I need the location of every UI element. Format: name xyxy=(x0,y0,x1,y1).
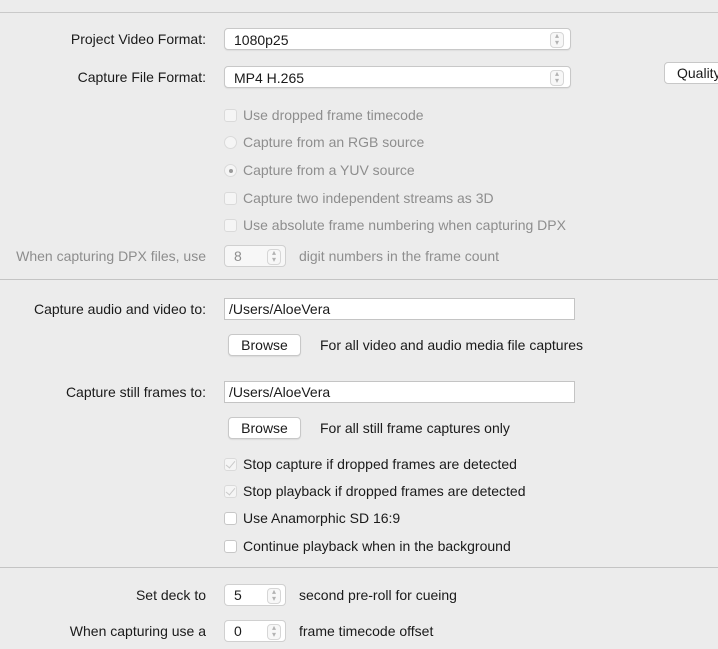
timecode-offset-stepper[interactable]: 0 ▴ ▾ xyxy=(224,620,286,642)
checkmark-icon xyxy=(224,485,237,498)
section-divider xyxy=(0,567,718,568)
preroll-suffix: second pre-roll for cueing xyxy=(299,587,457,603)
yuv-source-label: Capture from a YUV source xyxy=(243,162,415,178)
browse-still-button[interactable]: Browse xyxy=(228,417,301,439)
project-video-format-popup[interactable]: 1080p25 ▴ ▾ xyxy=(224,28,571,50)
rgb-source-radio[interactable]: Capture from an RGB source xyxy=(224,134,424,154)
offset-value: 0 xyxy=(234,623,242,639)
rgb-source-label: Capture from an RGB source xyxy=(243,134,425,150)
capture-file-format-popup[interactable]: MP4 H.265 ▴ ▾ xyxy=(224,66,571,88)
offset-suffix: frame timecode offset xyxy=(299,623,434,639)
capture-av-path-field[interactable]: /Users/AloeVera xyxy=(224,298,575,320)
popup-arrows-icon: ▴ ▾ xyxy=(550,70,564,86)
absolute-frame-numbering-label: Use absolute frame numbering when captur… xyxy=(243,217,566,233)
two-streams-3d-label: Capture two independent streams as 3D xyxy=(243,190,494,206)
checkbox-icon xyxy=(224,109,237,122)
capture-av-label: Capture audio and video to: xyxy=(33,301,206,317)
browse-av-button[interactable]: Browse xyxy=(228,334,301,356)
capture-still-hint: For all still frame captures only xyxy=(320,420,510,436)
continue-playback-label: Continue playback when in the background xyxy=(243,538,511,554)
anamorphic-label: Use Anamorphic SD 16:9 xyxy=(243,510,401,526)
capture-still-path-field[interactable]: /Users/AloeVera xyxy=(224,381,575,403)
stop-capture-label: Stop capture if dropped frames are detec… xyxy=(243,456,517,472)
quality-button[interactable]: Quality xyxy=(664,62,718,84)
capture-use-label: When capturing use a xyxy=(69,623,206,639)
dropped-frame-timecode-label: Use dropped frame timecode xyxy=(243,107,424,123)
capture-still-label: Capture still frames to: xyxy=(65,384,206,400)
two-streams-3d-checkbox[interactable]: Capture two independent streams as 3D xyxy=(224,190,494,210)
capture-file-format-value: MP4 H.265 xyxy=(234,70,305,86)
dropped-frame-timecode-checkbox[interactable]: Use dropped frame timecode xyxy=(224,107,424,127)
checkbox-icon xyxy=(224,512,237,525)
anamorphic-checkbox[interactable]: Use Anamorphic SD 16:9 xyxy=(224,510,400,530)
stop-playback-label: Stop playback if dropped frames are dete… xyxy=(243,483,526,499)
continue-playback-checkbox[interactable]: Continue playback when in the background xyxy=(224,538,511,558)
checkbox-icon xyxy=(224,219,237,232)
preroll-stepper[interactable]: 5 ▴ ▾ xyxy=(224,584,286,606)
capture-av-hint: For all video and audio media file captu… xyxy=(320,337,584,353)
dpx-digits-stepper[interactable]: 8 ▴ ▾ xyxy=(224,245,286,267)
section-divider xyxy=(0,279,718,280)
dpx-digits-suffix: digit numbers in the frame count xyxy=(299,248,499,264)
checkmark-icon xyxy=(224,458,237,471)
dpx-digits-label: When capturing DPX files, use xyxy=(16,248,206,264)
capture-file-format-label: Capture File Format: xyxy=(77,69,206,85)
stepper-arrows-icon: ▴ ▾ xyxy=(267,588,281,604)
checkbox-icon xyxy=(224,540,237,553)
radio-selected-icon xyxy=(224,164,237,177)
popup-arrows-icon: ▴ ▾ xyxy=(550,32,564,48)
absolute-frame-numbering-checkbox[interactable]: Use absolute frame numbering when captur… xyxy=(224,217,566,237)
stepper-arrows-icon: ▴ ▾ xyxy=(267,624,281,640)
stepper-arrows-icon: ▴ ▾ xyxy=(267,249,281,265)
radio-icon xyxy=(224,136,237,149)
preroll-value: 5 xyxy=(234,587,242,603)
checkbox-icon xyxy=(224,192,237,205)
dpx-digits-value: 8 xyxy=(234,248,242,264)
yuv-source-radio[interactable]: Capture from a YUV source xyxy=(224,162,415,182)
project-video-format-label: Project Video Format: xyxy=(70,31,206,47)
set-deck-label: Set deck to xyxy=(135,587,206,603)
stop-playback-checkbox[interactable]: Stop playback if dropped frames are dete… xyxy=(224,483,526,503)
project-video-format-value: 1080p25 xyxy=(234,32,289,48)
stop-capture-checkbox[interactable]: Stop capture if dropped frames are detec… xyxy=(224,456,517,476)
